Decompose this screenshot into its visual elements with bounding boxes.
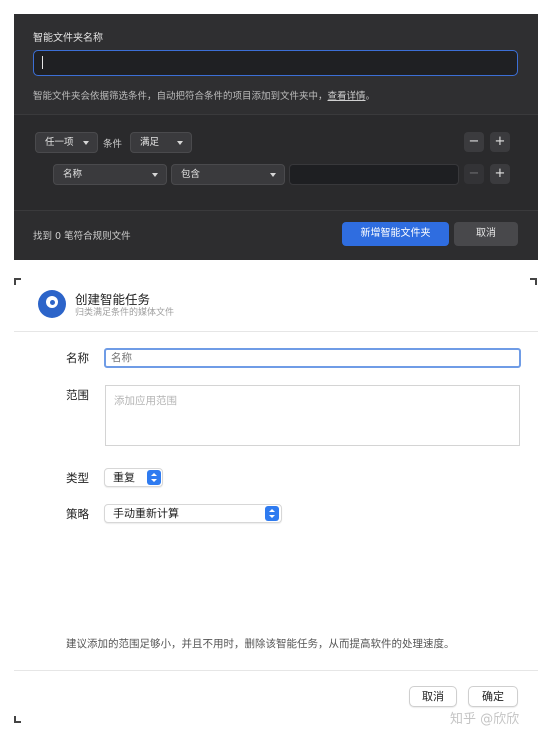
rule-field-value: 名称 (63, 169, 83, 180)
window-corner-mark (530, 278, 537, 285)
remove-rule-button[interactable]: − (464, 164, 484, 184)
text-caret (42, 56, 43, 69)
window-corner-mark (14, 278, 21, 285)
rule-operator-select[interactable]: 包含 (171, 164, 285, 185)
match-any-value: 任一项 (45, 137, 74, 148)
condition-label: 条件 (103, 139, 123, 150)
dialog-footer: 找到 0 笔符合规则文件 新增智能文件夹 取消 (14, 210, 538, 260)
add-rule-button[interactable]: + (490, 164, 510, 184)
dialog-subtitle: 归类满足条件的媒体文件 (75, 308, 175, 318)
cancel-button[interactable]: 取消 (409, 686, 457, 707)
smart-folder-name-label: 智能文件夹名称 (33, 33, 103, 44)
divider (14, 114, 538, 115)
view-details-link[interactable]: 查看详情 (328, 91, 366, 102)
satisfy-select[interactable]: 满足 (130, 132, 192, 153)
strategy-select[interactable]: 手动重新计算 (104, 504, 282, 523)
description-text: 智能文件夹会依据筛选条件，自动把符合条件的项目添加到文件夹中， (33, 91, 328, 102)
create-smart-folder-button[interactable]: 新增智能文件夹 (342, 222, 449, 246)
divider (14, 670, 538, 671)
logo-hole (50, 300, 55, 305)
description-end: 。 (365, 91, 376, 102)
app-logo-icon (38, 290, 66, 318)
chevron-down-icon (83, 141, 89, 145)
rule-value-input[interactable] (289, 164, 459, 185)
page: 智能文件夹名称 智能文件夹会依据筛选条件，自动把符合条件的项目添加到文件夹中，查… (0, 0, 552, 741)
range-label: 范围 (66, 388, 89, 402)
chevron-down-icon (177, 141, 183, 145)
remove-group-button[interactable]: − (464, 132, 484, 152)
divider (14, 331, 538, 332)
name-label: 名称 (66, 351, 89, 365)
add-group-button[interactable]: + (490, 132, 510, 152)
range-placeholder: 添加应用范围 (114, 395, 177, 407)
hint-text: 建议添加的范围足够小，并且不用时，删除该智能任务，从而提高软件的处理速度。 (66, 638, 455, 650)
strategy-value: 手动重新计算 (113, 507, 179, 520)
match-count-text: 找到 0 笔符合规则文件 (33, 231, 131, 242)
rule-field-select[interactable]: 名称 (53, 164, 167, 185)
type-value: 重复 (113, 471, 135, 484)
match-any-select[interactable]: 任一项 (35, 132, 98, 153)
range-input[interactable]: 添加应用范围 (105, 385, 520, 446)
chevron-down-icon (152, 173, 158, 177)
type-label: 类型 (66, 471, 89, 485)
chevron-down-icon (270, 173, 276, 177)
smart-folder-dialog: 智能文件夹名称 智能文件夹会依据筛选条件，自动把符合条件的项目添加到文件夹中，查… (14, 14, 538, 260)
type-select[interactable]: 重复 (104, 468, 163, 487)
smart-folder-name-input[interactable] (33, 50, 518, 76)
task-name-input[interactable] (104, 348, 521, 368)
strategy-label: 策略 (66, 507, 89, 521)
smart-folder-description: 智能文件夹会依据筛选条件，自动把符合条件的项目添加到文件夹中，查看详情。 (33, 88, 375, 102)
stepper-icon (265, 506, 279, 521)
satisfy-value: 满足 (140, 137, 160, 148)
watermark: 知乎 @欣欣 (450, 712, 520, 727)
confirm-button[interactable]: 确定 (468, 686, 518, 707)
window-corner-mark (14, 716, 21, 723)
cancel-button[interactable]: 取消 (454, 222, 518, 246)
stepper-icon (147, 470, 161, 485)
rule-operator-value: 包含 (181, 169, 201, 180)
